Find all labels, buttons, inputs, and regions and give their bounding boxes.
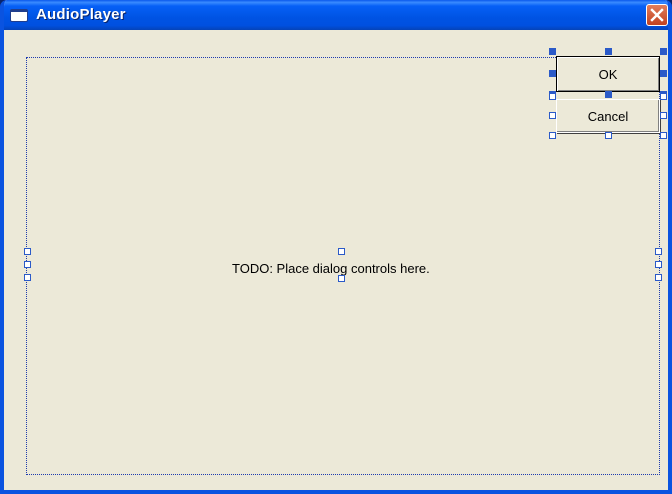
cancel-button-handle[interactable]	[549, 132, 556, 139]
close-icon	[650, 8, 664, 22]
ok-button-handle[interactable]	[660, 70, 667, 77]
ok-button-handle[interactable]	[549, 48, 556, 55]
todo-text-handle[interactable]	[338, 248, 345, 255]
ok-button-handle[interactable]	[605, 91, 612, 98]
dialog-edge-handle[interactable]	[655, 274, 662, 281]
cancel-button-handle[interactable]	[660, 112, 667, 119]
cancel-button-handle[interactable]	[660, 132, 667, 139]
cancel-button-handle[interactable]	[549, 112, 556, 119]
todo-text-handle[interactable]	[338, 275, 345, 282]
ok-button[interactable]: OK	[556, 56, 660, 92]
window-title: AudioPlayer	[36, 6, 126, 23]
title-bar[interactable]: AudioPlayer	[4, 0, 668, 30]
cancel-button-handle[interactable]	[549, 93, 556, 100]
cancel-button-handle[interactable]	[660, 93, 667, 100]
window-icon	[10, 9, 28, 22]
dialog-edge-handle[interactable]	[655, 261, 662, 268]
close-button[interactable]	[646, 4, 668, 26]
dialog-client-area[interactable]: TODO: Place dialog controls here. OK Can…	[4, 30, 668, 490]
dialog-edge-handle[interactable]	[24, 261, 31, 268]
ok-button-handle[interactable]	[549, 70, 556, 77]
ok-button-handle[interactable]	[605, 48, 612, 55]
ok-button-handle[interactable]	[660, 48, 667, 55]
dialog-edge-handle[interactable]	[655, 248, 662, 255]
dialog-edge-handle[interactable]	[24, 274, 31, 281]
cancel-button-handle[interactable]	[605, 132, 612, 139]
todo-static-text[interactable]: TODO: Place dialog controls here.	[232, 261, 430, 276]
dialog-window: AudioPlayer TODO: Place dialog controls …	[0, 0, 672, 494]
dialog-edge-handle[interactable]	[24, 248, 31, 255]
cancel-button[interactable]: Cancel	[556, 99, 660, 133]
